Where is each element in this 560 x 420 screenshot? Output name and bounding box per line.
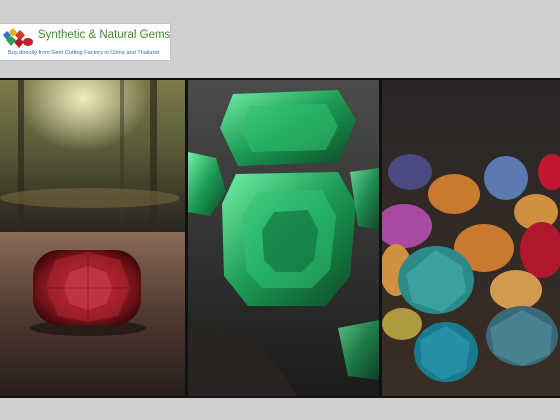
green-emerald-image[interactable] xyxy=(188,80,379,396)
logo-subtitle: Buy directly from Gem Cutting Factory in… xyxy=(8,50,159,56)
gem-cluster-icon xyxy=(3,28,33,48)
red-gem-image[interactable] xyxy=(0,80,185,396)
footer-bar xyxy=(0,398,560,420)
assorted-gems-image[interactable] xyxy=(382,80,560,396)
header-bar: Synthetic & Natural Gems Buy directly fr… xyxy=(0,0,560,78)
site-logo[interactable]: Synthetic & Natural Gems Buy directly fr… xyxy=(0,24,170,60)
logo-title: Synthetic & Natural Gems xyxy=(38,29,171,41)
gem-image-gallery xyxy=(0,78,560,398)
